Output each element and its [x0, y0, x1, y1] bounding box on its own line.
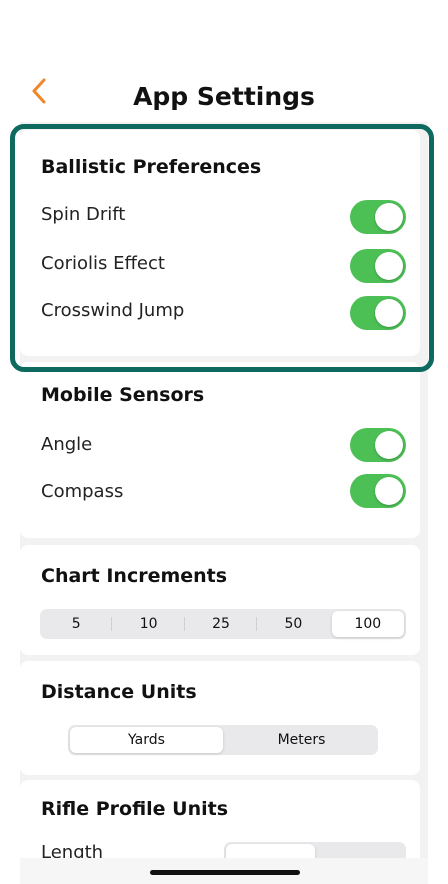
- segment-50[interactable]: 50: [257, 609, 329, 639]
- segment-label: Yards: [128, 732, 165, 748]
- toggle-knob: [375, 431, 403, 459]
- segment-100[interactable]: 100: [331, 611, 405, 637]
- segment-25[interactable]: 25: [185, 609, 258, 639]
- segment-meters[interactable]: Meters: [225, 725, 378, 755]
- segment-yards[interactable]: Yards: [70, 727, 223, 753]
- distance-units-segmented-control: Yards Meters: [68, 725, 378, 755]
- mobile-sensors-card: Mobile Sensors Angle Compass: [20, 362, 420, 538]
- toggle-knob: [375, 477, 403, 505]
- segment-label: 100: [354, 616, 382, 632]
- section-title: Rifle Profile Units: [41, 798, 229, 820]
- chart-increments-card: Chart Increments 5 10 25 50 100: [20, 545, 420, 655]
- section-title: Chart Increments: [41, 565, 228, 587]
- nav-header: App Settings: [20, 0, 428, 122]
- highlight-box: [10, 124, 434, 372]
- angle-toggle[interactable]: [350, 428, 406, 462]
- segment-label: Meters: [277, 732, 326, 748]
- segment-10[interactable]: 10: [112, 609, 185, 639]
- compass-toggle[interactable]: [350, 474, 406, 508]
- angle-label: Angle: [41, 434, 93, 455]
- section-title: Mobile Sensors: [41, 384, 205, 406]
- home-indicator[interactable]: [150, 870, 300, 875]
- page-title: App Settings: [133, 82, 315, 111]
- segment-label: 5: [71, 616, 81, 632]
- segment-5[interactable]: 5: [40, 609, 113, 639]
- segment-label: 50: [284, 616, 303, 632]
- distance-units-card: Distance Units Yards Meters: [20, 661, 420, 775]
- chart-increments-segmented-control: 5 10 25 50 100: [40, 609, 406, 639]
- compass-label: Compass: [41, 481, 124, 502]
- section-title: Distance Units: [41, 681, 197, 703]
- segment-label: 25: [212, 616, 230, 632]
- segment-label: 10: [139, 616, 158, 632]
